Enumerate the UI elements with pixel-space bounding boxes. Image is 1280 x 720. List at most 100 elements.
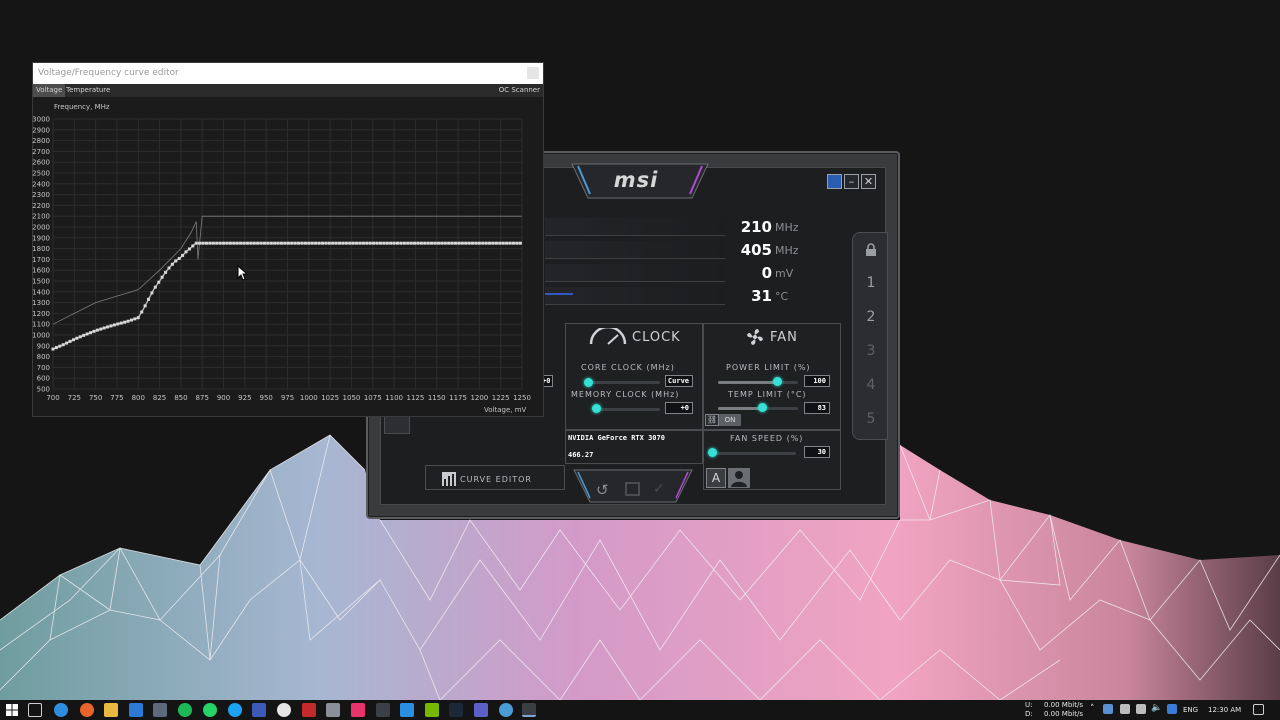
curve-point[interactable] (341, 241, 345, 245)
fan-speed-knob[interactable] (708, 448, 717, 457)
curve-point[interactable] (508, 241, 512, 245)
curve-point[interactable] (365, 241, 369, 245)
curve-point[interactable] (399, 241, 403, 245)
curve-point[interactable] (430, 241, 434, 245)
curve-point[interactable] (498, 241, 502, 245)
curve-point[interactable] (276, 241, 280, 245)
curve-point[interactable] (222, 241, 226, 245)
curve-point[interactable] (358, 241, 362, 245)
curve-point[interactable] (262, 241, 266, 245)
curve-point[interactable] (228, 241, 232, 245)
curve-point[interactable] (78, 335, 82, 339)
save-icon[interactable] (625, 482, 640, 496)
reset-icon[interactable]: ↺ (596, 481, 609, 499)
curve-point[interactable] (147, 297, 151, 301)
curve-point[interactable] (297, 241, 301, 245)
curve-point[interactable] (225, 241, 229, 245)
profile-1-button[interactable]: 1 (856, 269, 886, 297)
curve-point[interactable] (344, 241, 348, 245)
curve-point[interactable] (198, 241, 202, 245)
profile-5-button[interactable]: 5 (856, 405, 886, 433)
monitor-app-icon[interactable] (376, 703, 390, 717)
curve-point[interactable] (505, 241, 509, 245)
clock-time[interactable]: 12:30 AM (1208, 706, 1241, 714)
curve-point[interactable] (355, 241, 359, 245)
vf-curve-chart[interactable]: 700 725 750 775 800 825 850 875 900 925 950 975 1000… (32, 62, 544, 417)
twitter-icon[interactable] (228, 703, 242, 717)
curve-point[interactable] (419, 241, 423, 245)
temp-limit-value[interactable]: 83 (804, 402, 830, 414)
curve-point[interactable] (157, 280, 161, 284)
curve-point[interactable] (256, 241, 260, 245)
curve-point[interactable] (467, 241, 471, 245)
curve-point[interactable] (515, 241, 519, 245)
core-clock-knob[interactable] (584, 378, 593, 387)
curve-point[interactable] (511, 241, 515, 245)
curve-point[interactable] (82, 333, 86, 337)
speaker-icon[interactable]: 🔈 (1151, 703, 1162, 713)
curve-point[interactable] (75, 336, 79, 340)
bitwarden-icon[interactable] (252, 703, 266, 717)
onedrive-icon[interactable] (1136, 704, 1146, 714)
curve-point[interactable] (65, 341, 69, 345)
profile-2-button[interactable]: 2 (856, 303, 886, 331)
curve-point[interactable] (310, 241, 314, 245)
link-toggle[interactable]: ON (719, 414, 741, 426)
curve-point[interactable] (71, 338, 75, 342)
task-view-icon[interactable] (28, 703, 42, 717)
file-explorer-icon[interactable] (104, 703, 118, 717)
spotify-icon[interactable] (178, 703, 192, 717)
curve-point[interactable] (112, 323, 116, 327)
curve-point[interactable] (501, 241, 505, 245)
curve-point[interactable] (331, 241, 335, 245)
curve-point[interactable] (293, 241, 297, 245)
curve-point[interactable] (95, 328, 99, 332)
curve-point[interactable] (416, 241, 420, 245)
curve-point[interactable] (235, 241, 239, 245)
curve-point[interactable] (338, 241, 342, 245)
curve-point[interactable] (382, 241, 386, 245)
curve-point[interactable] (191, 244, 195, 248)
fan-speed-slider[interactable] (712, 452, 796, 455)
curve-point[interactable] (481, 241, 485, 245)
curve-point[interactable] (392, 241, 396, 245)
curve-point[interactable] (133, 317, 137, 321)
curve-point[interactable] (54, 346, 58, 350)
curve-point[interactable] (464, 241, 468, 245)
curve-point[interactable] (123, 320, 127, 324)
curve-point[interactable] (242, 241, 246, 245)
curve-point[interactable] (453, 241, 457, 245)
curve-point[interactable] (385, 241, 389, 245)
curve-point[interactable] (307, 241, 311, 245)
language-indicator[interactable]: ENG (1183, 706, 1198, 714)
curve-point[interactable] (314, 241, 318, 245)
curve-point[interactable] (396, 241, 400, 245)
notification-icon[interactable] (1253, 704, 1264, 715)
curve-point[interactable] (348, 241, 352, 245)
network-icon[interactable] (1167, 704, 1177, 714)
firefox-icon[interactable] (80, 703, 94, 717)
tray-chevron-icon[interactable]: ˄ (1090, 704, 1095, 714)
curve-point[interactable] (259, 241, 263, 245)
curve-point[interactable] (106, 325, 110, 329)
curve-point[interactable] (471, 241, 475, 245)
discord-icon[interactable] (499, 703, 513, 717)
curve-point[interactable] (409, 241, 413, 245)
curve-point[interactable] (300, 241, 304, 245)
steam-icon[interactable] (449, 703, 463, 717)
curve-point[interactable] (99, 327, 103, 331)
curve-point[interactable] (68, 339, 72, 343)
curve-point[interactable] (153, 285, 157, 289)
curve-point[interactable] (269, 241, 273, 245)
curve-point[interactable] (140, 310, 144, 314)
notepad-icon[interactable] (153, 703, 167, 717)
bluetooth-icon[interactable] (1103, 704, 1113, 714)
curve-point[interactable] (389, 241, 393, 245)
curve-point[interactable] (109, 324, 113, 328)
curve-point[interactable] (283, 241, 287, 245)
curve-point[interactable] (402, 241, 406, 245)
curve-point[interactable] (239, 241, 243, 245)
curve-point[interactable] (433, 241, 437, 245)
curve-point[interactable] (194, 241, 198, 245)
curve-point[interactable] (245, 241, 249, 245)
